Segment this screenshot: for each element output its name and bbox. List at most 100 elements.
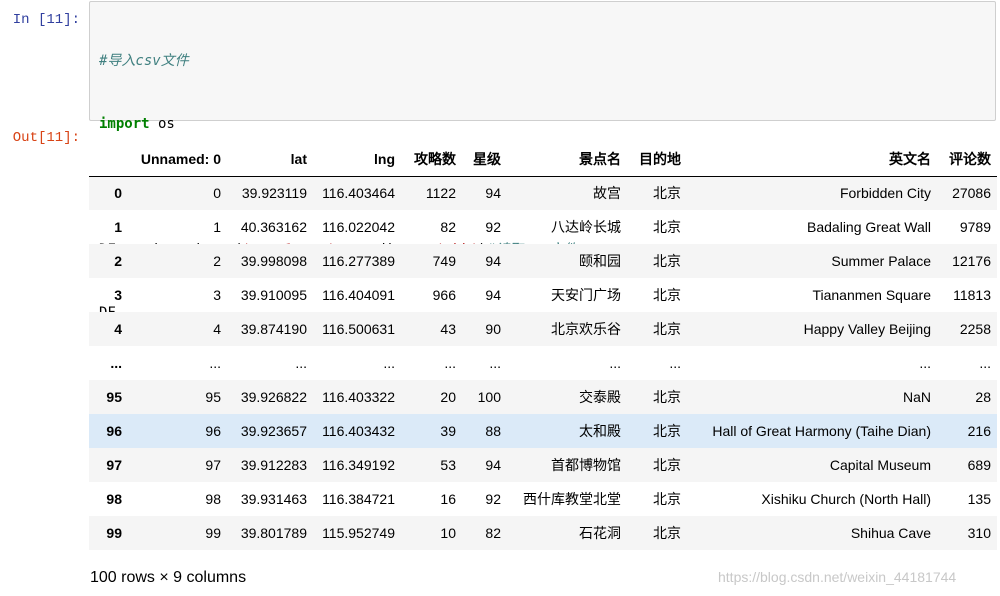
table-cell: 39.923119 xyxy=(241,185,307,202)
table-cell: 689 xyxy=(967,457,991,473)
table-cell: 40.363162 xyxy=(240,219,307,235)
column-header-spot-name: 景点名 xyxy=(507,142,627,177)
table-cell: 4 xyxy=(213,321,221,337)
table-cell: Hall of Great Harmony (Taihe Dian) xyxy=(712,423,931,439)
table-cell: ... xyxy=(609,355,621,371)
dataframe-summary: 100 rows × 9 columns xyxy=(90,569,247,586)
table-row: 95 95 39.926822 116.403322 20 100 交泰殿 北京 NaN 28 xyxy=(89,380,997,414)
output-prompt: Out[11]: xyxy=(12,130,80,146)
table-cell: Shihua Cave xyxy=(850,525,931,541)
table-cell: 95 xyxy=(205,389,221,405)
table-cell: 94 xyxy=(485,253,501,269)
table-cell: 39.926822 xyxy=(240,389,307,405)
table-cell: 82 xyxy=(485,525,501,541)
column-header-lat: lat xyxy=(227,142,313,177)
table-cell: 966 xyxy=(432,287,456,303)
table-cell: 97 xyxy=(205,457,221,473)
table-cell: 116.404091 xyxy=(322,287,395,303)
column-header-guides: 攻略数 xyxy=(401,142,462,177)
table-cell: 北京 xyxy=(653,185,681,202)
table-cell: NaN xyxy=(902,389,931,405)
column-header-destination: 目的地 xyxy=(627,142,687,177)
column-header-comments: 评论数 xyxy=(937,142,997,177)
input-prompt: In [11]: xyxy=(12,12,80,28)
table-cell: 北京欢乐谷 xyxy=(551,321,621,337)
table-cell: 故宫 xyxy=(593,185,621,202)
table-row: 0 0 39.923119 116.403464 1122 94 故宫 北京 Forbidden… xyxy=(89,176,997,210)
row-index: 2 xyxy=(114,253,122,269)
code-line: import os xyxy=(99,114,995,135)
table-cell: 39 xyxy=(440,423,456,439)
table-cell: 116.403432 xyxy=(322,423,395,439)
table-cell: 0 xyxy=(213,185,221,202)
table-cell: 99 xyxy=(205,525,221,541)
table-cell: 92 xyxy=(485,491,501,507)
table-cell: ... xyxy=(979,355,991,371)
table-cell: 天安门广场 xyxy=(551,287,621,303)
table-cell: 82 xyxy=(440,219,456,235)
table-cell: 1 xyxy=(213,219,221,235)
table-cell: 39.931463 xyxy=(240,491,307,507)
table-cell: 20 xyxy=(440,389,456,405)
row-index: 96 xyxy=(106,423,122,439)
table-cell: 39.998098 xyxy=(240,253,307,269)
table-cell: Capital Museum xyxy=(829,457,931,473)
table-cell: Xishiku Church (North Hall) xyxy=(761,491,931,507)
table-cell: Forbidden City xyxy=(839,185,931,202)
table-cell: 2258 xyxy=(959,321,991,337)
table-cell: 96 xyxy=(205,423,221,439)
table-cell: 116.403464 xyxy=(322,185,395,202)
table-cell: 北京 xyxy=(653,525,681,541)
table-cell: 216 xyxy=(967,423,991,439)
table-cell: 北京 xyxy=(653,423,681,439)
table-row: 2 2 39.998098 116.277389 749 94 颐和园 北京 Summer Pa… xyxy=(89,244,997,278)
table-cell: 39.912283 xyxy=(240,457,307,473)
table-row: 4 4 39.874190 116.500631 43 90 北京欢乐谷 北京 Happy Va… xyxy=(89,312,997,346)
table-cell: 39.923657 xyxy=(240,423,307,439)
table-row: 99 99 39.801789 115.952749 10 82 石花洞 北京 Shihua C… xyxy=(89,516,997,550)
watermark: https://blog.csdn.net/weixin_44181744 xyxy=(718,569,957,585)
table-cell: 749 xyxy=(432,253,456,269)
table-cell: Summer Palace xyxy=(831,253,931,269)
table-cell: ... xyxy=(295,355,307,371)
table-cell: 98 xyxy=(205,491,221,507)
table-row: 3 3 39.910095 116.404091 966 94 天安门广场 北京 Tiananm… xyxy=(89,278,997,312)
table-cell: 交泰殿 xyxy=(579,389,621,405)
row-index: 97 xyxy=(106,457,122,473)
column-header-english-name: 英文名 xyxy=(687,142,937,177)
row-index: 0 xyxy=(114,185,122,202)
table-cell: 2 xyxy=(213,253,221,269)
table-cell: 北京 xyxy=(653,491,681,507)
code-line: #导入csv文件 xyxy=(99,51,995,72)
row-index: 95 xyxy=(106,389,122,405)
table-cell: 北京 xyxy=(653,457,681,473)
table-cell: 115.952749 xyxy=(322,525,395,541)
column-header-unnamed: Unnamed: 0 xyxy=(128,142,227,177)
table-cell: Badaling Great Wall xyxy=(807,219,931,235)
code-cell[interactable]: #导入csv文件 import os os.chdir('D:\practice… xyxy=(89,1,996,321)
column-header-index xyxy=(89,142,128,177)
row-index: 99 xyxy=(106,525,122,541)
table-cell: 116.349192 xyxy=(322,457,395,473)
row-index: 3 xyxy=(114,287,122,303)
table-cell: 北京 xyxy=(653,219,681,235)
code-keyword: import xyxy=(99,116,150,132)
table-cell: 北京 xyxy=(653,321,681,337)
table-row: 96 96 39.923657 116.403432 39 88 太和殿 北京 Hall of … xyxy=(89,414,997,448)
table-cell: 100 xyxy=(477,389,501,405)
table-row: .............................. xyxy=(89,346,997,380)
table-cell: 116.022042 xyxy=(322,219,395,235)
table-cell: 39.874190 xyxy=(240,321,307,337)
table-row: 98 98 39.931463 116.384721 16 92 西什库教堂北堂 北京 Xish… xyxy=(89,482,997,516)
table-cell: 11813 xyxy=(953,287,991,303)
table-cell: 9789 xyxy=(959,219,991,235)
table-cell: 1122 xyxy=(425,185,456,202)
table-cell: 135 xyxy=(967,491,991,507)
table-cell: 116.277389 xyxy=(322,253,395,269)
table-cell: 北京 xyxy=(653,287,681,303)
table-cell: 27086 xyxy=(952,185,991,202)
column-header-lng: lng xyxy=(313,142,401,177)
table-cell: ... xyxy=(444,355,456,371)
table-cell: 43 xyxy=(440,321,456,337)
table-cell: 39.910095 xyxy=(240,287,307,303)
